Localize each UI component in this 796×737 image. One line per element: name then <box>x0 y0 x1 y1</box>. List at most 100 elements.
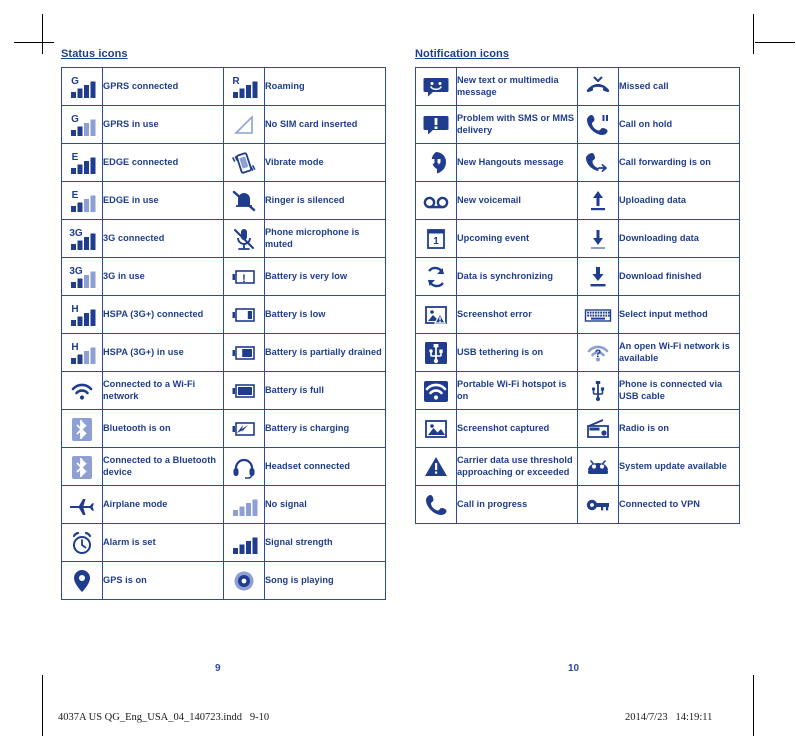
table-row: E EDGE connected Vibrate mode <box>61 143 386 182</box>
table-row: USB tethering is on ? An open Wi-Fi netwo… <box>415 333 740 372</box>
battery-low-icon <box>223 295 265 334</box>
icon-description: Headset connected <box>264 447 386 486</box>
signal-3g-connected-icon: 3G <box>61 219 103 258</box>
icon-description: Battery is very low <box>264 257 386 296</box>
table-row: 3G 3G connected Phone microphone is muted <box>61 219 386 258</box>
signal-roaming-icon-glyph: R <box>230 74 258 100</box>
system-update-icon-glyph <box>584 454 612 480</box>
screenshot-error-icon <box>415 295 457 334</box>
print-slug-timestamp: 2014/7/23 14:19:11 <box>625 712 713 723</box>
download-data-icon-glyph <box>584 226 612 252</box>
icon-description: Alarm is set <box>102 523 224 562</box>
svg-text:3G: 3G <box>69 228 83 239</box>
new-message-icon-glyph <box>422 74 450 100</box>
signal-edge-connected-icon: E <box>61 143 103 182</box>
call-forwarding-icon-glyph <box>584 150 612 176</box>
bluetooth-on-icon-glyph <box>68 416 96 442</box>
data-warning-icon <box>415 447 457 486</box>
icon-description: Signal strength <box>264 523 386 562</box>
signal-gprs-connected-icon-glyph: G <box>68 74 96 100</box>
missed-call-icon <box>577 67 619 106</box>
table-row: Airplane mode No signal <box>61 485 386 524</box>
svg-text:G: G <box>71 114 79 125</box>
hangouts-message-icon <box>415 143 457 182</box>
icon-description: Carrier data use threshold approaching o… <box>456 447 578 486</box>
right-page: Notification icons New text or multimedi… <box>398 48 796 688</box>
vibrate-mode-icon-glyph <box>230 150 258 176</box>
battery-low-icon-glyph <box>230 302 258 328</box>
signal-edge-in-use-icon-glyph: E <box>68 188 96 214</box>
gps-on-icon <box>61 561 103 600</box>
icon-description: Uploading data <box>618 181 740 220</box>
alarm-set-icon <box>61 523 103 562</box>
table-row: Alarm is set Signal strength <box>61 523 386 562</box>
screenshot-captured-icon <box>415 409 457 448</box>
vibrate-mode-icon <box>223 143 265 182</box>
icon-description: Data is synchronizing <box>456 257 578 296</box>
missed-call-icon-glyph <box>584 74 612 100</box>
battery-partially-drained-icon-glyph <box>230 340 258 366</box>
table-row: Screenshot error Select input method <box>415 295 740 334</box>
bluetooth-connected-icon-glyph <box>68 454 96 480</box>
icon-description: Upcoming event <box>456 219 578 258</box>
call-in-progress-icon <box>415 485 457 524</box>
bluetooth-connected-icon <box>61 447 103 486</box>
table-row: G GPRS in use No SIM card inserted <box>61 105 386 144</box>
headset-connected-icon <box>223 447 265 486</box>
signal-3g-in-use-icon: 3G <box>61 257 103 296</box>
battery-full-icon <box>223 371 265 410</box>
usb-connected-icon <box>577 371 619 410</box>
battery-very-low-icon: ! <box>223 257 265 296</box>
icon-description: New Hangouts message <box>456 143 578 182</box>
slug-rule <box>42 700 43 736</box>
no-signal-icon-glyph <box>230 492 258 518</box>
headset-connected-icon-glyph <box>230 454 258 480</box>
table-row: 3G 3G in use ! Battery is very low <box>61 257 386 296</box>
table-row: H HSPA (3G+) connected Battery is low <box>61 295 386 334</box>
signal-hspa-connected-icon: H <box>61 295 103 334</box>
icon-description: 3G in use <box>102 257 224 296</box>
icon-description: GPRS in use <box>102 105 224 144</box>
open-wifi-network-icon: ? <box>577 333 619 372</box>
table-row: GPS is on Song is playing <box>61 561 386 600</box>
table-row: Data is synchronizing Download finished <box>415 257 740 296</box>
upload-data-icon <box>577 181 619 220</box>
download-finished-icon <box>577 257 619 296</box>
icon-description: No signal <box>264 485 386 524</box>
icon-description: Bluetooth is on <box>102 409 224 448</box>
table-row: H HSPA (3G+) in use Battery is partially … <box>61 333 386 372</box>
signal-hspa-connected-icon-glyph: H <box>68 302 96 328</box>
svg-text:E: E <box>72 190 79 201</box>
icon-description: Connected to a Wi-Fi network <box>102 371 224 410</box>
crop-mark-icon <box>14 42 54 43</box>
system-update-icon <box>577 447 619 486</box>
wifi-connected-icon <box>61 371 103 410</box>
svg-text:1: 1 <box>433 236 439 247</box>
svg-text:!: ! <box>242 273 246 285</box>
radio-on-icon <box>577 409 619 448</box>
icon-description: Ringer is silenced <box>264 181 386 220</box>
svg-text:H: H <box>71 304 78 315</box>
icon-description: Connected to a Bluetooth device <box>102 447 224 486</box>
signal-gprs-in-use-icon: G <box>61 105 103 144</box>
voicemail-icon <box>415 181 457 220</box>
icon-description: Call in progress <box>456 485 578 524</box>
battery-full-icon-glyph <box>230 378 258 404</box>
song-playing-icon-glyph <box>230 568 258 594</box>
battery-charging-icon-glyph <box>230 416 258 442</box>
icon-description: Call on hold <box>618 105 740 144</box>
wifi-hotspot-icon-glyph <box>422 378 450 404</box>
icon-description: Roaming <box>264 67 386 106</box>
svg-text:3G: 3G <box>69 266 83 277</box>
call-forwarding-icon <box>577 143 619 182</box>
signal-edge-connected-icon-glyph: E <box>68 150 96 176</box>
battery-charging-icon <box>223 409 265 448</box>
wifi-connected-icon-glyph <box>68 378 96 404</box>
no-signal-icon <box>223 485 265 524</box>
table-row: Bluetooth is on Battery is charging <box>61 409 386 448</box>
new-message-icon <box>415 67 457 106</box>
vpn-connected-icon-glyph <box>584 492 612 518</box>
ringer-silenced-icon <box>223 181 265 220</box>
airplane-mode-icon <box>61 485 103 524</box>
icon-description: Radio is on <box>618 409 740 448</box>
